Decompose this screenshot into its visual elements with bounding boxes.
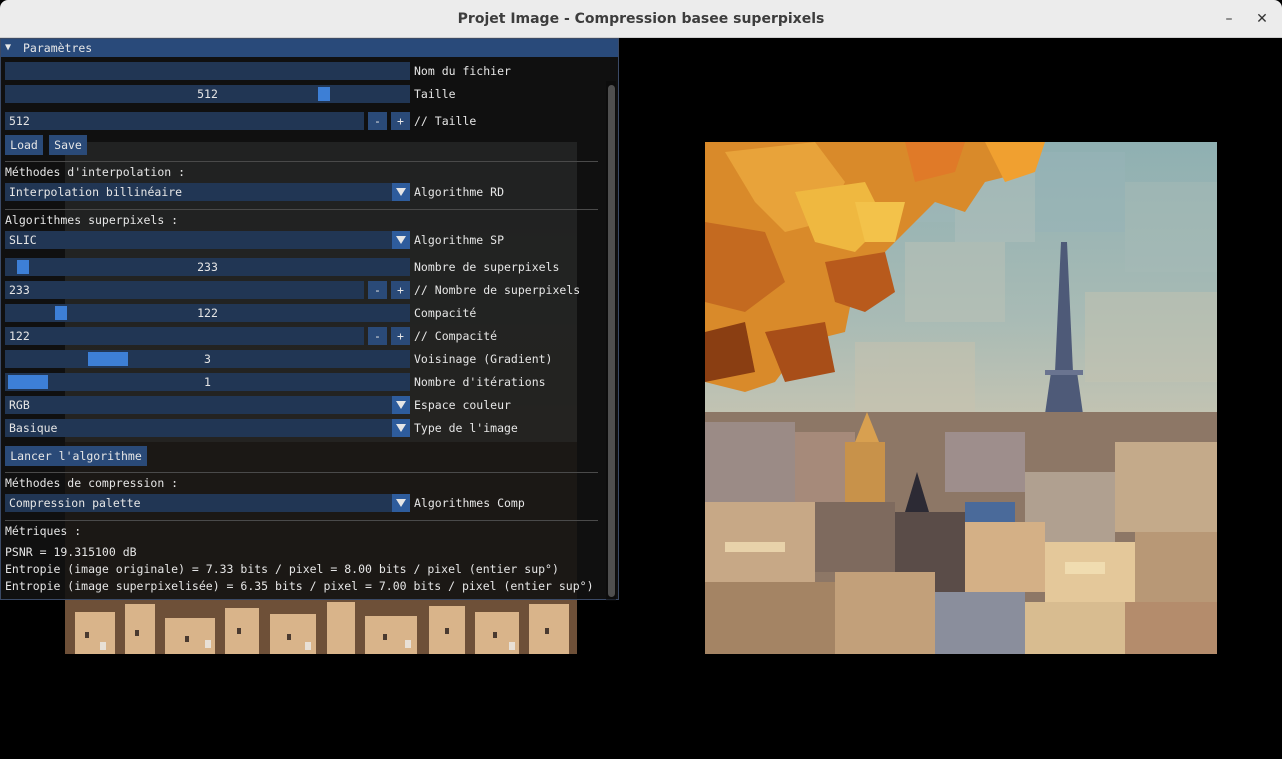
separator: [5, 472, 598, 473]
sp-count-input-label: // Nombre de superpixels: [414, 283, 581, 297]
sp-count-slider-label: Nombre de superpixels: [414, 260, 560, 274]
size-input-label: // Taille: [414, 114, 477, 128]
compactness-slider[interactable]: 122: [5, 304, 410, 322]
filename-label: Nom du fichier: [414, 64, 511, 78]
neighborhood-slider[interactable]: 3: [5, 350, 410, 368]
run-algorithm-button[interactable]: Lancer l'algorithme: [5, 446, 147, 466]
title-bar[interactable]: Projet Image - Compression basee superpi…: [0, 0, 1282, 38]
iterations-slider-label: Nombre d'itérations: [414, 375, 546, 389]
dropdown-arrow-icon[interactable]: [392, 231, 410, 249]
size-slider-label: Taille: [414, 87, 456, 101]
panel-header[interactable]: ▼ Paramètres: [1, 39, 618, 57]
compression-dropdown[interactable]: Compression palette: [5, 494, 410, 512]
colorspace-dropdown[interactable]: RGB: [5, 396, 410, 414]
interp-section-title: Méthodes d'interpolation :: [5, 165, 186, 179]
neighborhood-slider-label: Voisinage (Gradient): [414, 352, 553, 366]
compactness-input[interactable]: 122: [5, 327, 364, 345]
dropdown-arrow-icon[interactable]: [392, 183, 410, 201]
sp-count-slider[interactable]: 233: [5, 258, 410, 276]
render-area: ▼ Paramètres Nom du fichier 512 Taille 5…: [0, 38, 1282, 759]
sp-count-increment-button[interactable]: +: [391, 281, 410, 299]
parameters-panel: ▼ Paramètres Nom du fichier 512 Taille 5…: [0, 38, 619, 601]
scrollbar-thumb[interactable]: [608, 85, 615, 597]
compression-section-title: Méthodes de compression :: [5, 476, 179, 490]
image-type-dropdown[interactable]: Basique: [5, 419, 410, 437]
metrics-section-title: Métriques :: [5, 524, 82, 538]
sp-section-title: Algorithmes superpixels :: [5, 213, 179, 227]
iterations-slider[interactable]: 1: [5, 373, 410, 391]
psnr-value: PSNR = 19.315100 dB: [5, 545, 137, 559]
colorspace-label: Espace couleur: [414, 398, 511, 412]
entropy-original: Entropie (image originale) = 7.33 bits /…: [5, 562, 559, 576]
dropdown-arrow-icon[interactable]: [392, 396, 410, 414]
size-slider[interactable]: 512: [5, 85, 410, 103]
superpixel-image: [705, 142, 1217, 654]
compression-label: Algorithmes Comp: [414, 496, 525, 510]
separator: [5, 520, 598, 521]
entropy-superpixel: Entropie (image superpixelisée) = 6.35 b…: [5, 579, 594, 593]
size-input[interactable]: 512: [5, 112, 364, 130]
sp-algo-label: Algorithme SP: [414, 233, 505, 247]
compactness-slider-label: Compacité: [414, 306, 477, 320]
save-button[interactable]: Save: [49, 135, 87, 155]
panel-title: Paramètres: [23, 41, 93, 55]
filename-input[interactable]: [5, 62, 410, 80]
close-button[interactable]: ✕: [1252, 9, 1272, 29]
collapse-arrow-icon[interactable]: ▼: [5, 39, 11, 57]
interp-dropdown[interactable]: Interpolation billinéaire: [5, 183, 410, 201]
app-window: Projet Image - Compression basee superpi…: [0, 0, 1282, 759]
dropdown-arrow-icon[interactable]: [392, 494, 410, 512]
dropdown-arrow-icon[interactable]: [392, 419, 410, 437]
separator: [5, 161, 598, 162]
separator: [5, 209, 598, 210]
compactness-increment-button[interactable]: +: [391, 327, 410, 345]
compactness-decrement-button[interactable]: -: [368, 327, 387, 345]
window-title: Projet Image - Compression basee superpi…: [457, 11, 825, 27]
sp-count-input[interactable]: 233: [5, 281, 364, 299]
image-type-label: Type de l'image: [414, 421, 518, 435]
sp-algo-dropdown[interactable]: SLIC: [5, 231, 410, 249]
interp-label: Algorithme RD: [414, 185, 505, 199]
load-button[interactable]: Load: [5, 135, 43, 155]
sp-count-decrement-button[interactable]: -: [368, 281, 387, 299]
minimize-button[interactable]: –: [1219, 9, 1239, 29]
size-decrement-button[interactable]: -: [368, 112, 387, 130]
compactness-input-label: // Compacité: [414, 329, 498, 343]
size-increment-button[interactable]: +: [391, 112, 410, 130]
